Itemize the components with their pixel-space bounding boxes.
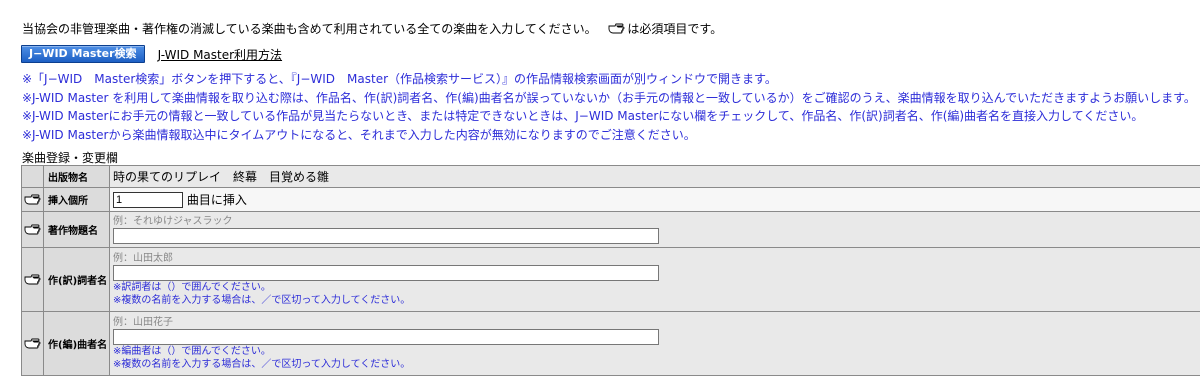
- required-hand-icon: [24, 274, 41, 285]
- song-registration-form: 出版物名 時の果てのリプレイ 終幕 目覚める雛 挿入個所 曲目に挿入 著作物題名…: [21, 165, 1200, 376]
- jwid-master-help-link[interactable]: J-WID Master利用方法: [158, 45, 282, 65]
- row-insert-position: 挿入個所 曲目に挿入: [21, 187, 1200, 212]
- work-title-label: 著作物題名: [43, 211, 110, 248]
- row-composer: 作(編)曲者名 例：山田花子 ※編曲者は（）で囲んでください。 ※複数の名前を入…: [21, 311, 1200, 376]
- publication-value: 時の果てのリプレイ 終幕 目覚める雛: [109, 165, 1200, 188]
- required-hand-icon: [24, 224, 41, 235]
- lyricist-note: ※訳詞者は（）で囲んでください。: [113, 282, 271, 293]
- composer-input[interactable]: [113, 329, 659, 345]
- jwid-master-search-button[interactable]: J−WID Master検索: [21, 45, 145, 63]
- row-work-title: 著作物題名 例：それゆけジャスラック: [21, 211, 1200, 248]
- lyricist-input[interactable]: [113, 265, 659, 281]
- required-hand-icon: [24, 194, 41, 205]
- required-note: は必須項目です。: [627, 22, 723, 36]
- composer-note: ※複数の名前を入力する場合は、／で区切って入力してください。: [113, 359, 411, 370]
- note-line: ※J-WID Masterから楽曲情報取込中にタイムアウトになると、それまで入力…: [22, 128, 696, 143]
- publication-label: 出版物名: [43, 165, 110, 188]
- note-line: ※J-WID Masterにお手元の情報と一致している作品が見当たらないとき、ま…: [22, 109, 1144, 124]
- work-title-input[interactable]: [113, 228, 659, 244]
- row-lyricist: 作(訳)詞者名 例：山田太郎 ※訳詞者は（）で囲んでください。 ※複数の名前を入…: [21, 247, 1200, 312]
- lyricist-label: 作(訳)詞者名: [43, 247, 110, 312]
- insert-position-label: 挿入個所: [43, 187, 110, 212]
- pointing-hand-icon: [608, 23, 625, 37]
- row-icon-empty: [21, 165, 44, 188]
- lyricist-note: ※複数の名前を入力する場合は、／で区切って入力してください。: [113, 295, 411, 306]
- composer-example: 例：山田花子: [113, 317, 173, 328]
- notes-block: ※「J−WID Master検索」ボタンを押下すると、『J−WID Master…: [22, 70, 1196, 145]
- required-hand-icon: [24, 338, 41, 349]
- jwid-toolbar: J−WID Master検索 J-WID Master利用方法: [21, 45, 282, 63]
- composer-label: 作(編)曲者名: [43, 311, 110, 376]
- work-title-example: 例：それゆけジャスラック: [113, 216, 233, 227]
- insert-position-input[interactable]: [113, 192, 183, 209]
- intro-text: 当協会の非管理楽曲・著作権の消滅している楽曲も含めて利用されている全ての楽曲を入…: [22, 20, 722, 37]
- lyricist-example: 例：山田太郎: [113, 253, 173, 264]
- row-publication: 出版物名 時の果てのリプレイ 終幕 目覚める雛: [21, 165, 1200, 188]
- composer-note: ※編曲者は（）で囲んでください。: [113, 346, 271, 357]
- insert-position-suffix: 曲目に挿入: [186, 192, 247, 207]
- intro-main-text: 当協会の非管理楽曲・著作権の消滅している楽曲も含めて利用されている全ての楽曲を入…: [22, 22, 597, 36]
- section-title: 楽曲登録・変更欄: [22, 151, 119, 165]
- note-line: ※「J−WID Master検索」ボタンを押下すると、『J−WID Master…: [22, 72, 777, 86]
- note-line: ※J-WID Master を利用して楽曲情報を取り込む際は、作品名、作(訳)詞…: [22, 90, 1196, 105]
